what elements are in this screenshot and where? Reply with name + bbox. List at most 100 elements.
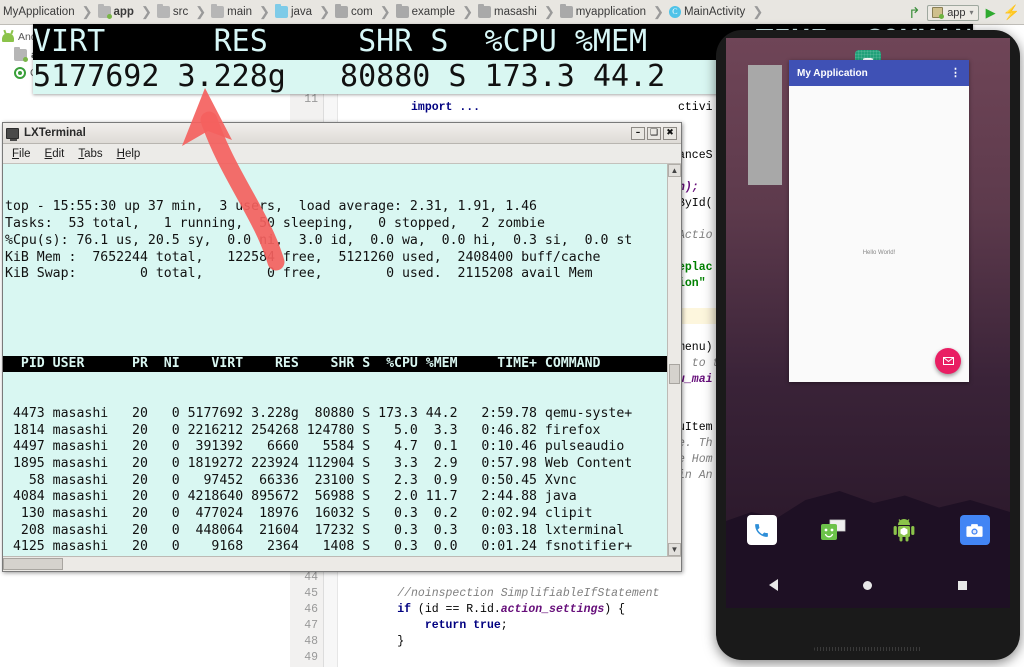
process-row: 1895 masashi 20 0 1819272 223924 112904 … xyxy=(5,455,633,471)
scrollbar-thumb[interactable] xyxy=(669,364,680,384)
menu-item-help[interactable]: Help xyxy=(117,148,141,160)
window-title: LXTerminal xyxy=(24,127,86,139)
breadcrumb-item-label: app xyxy=(113,6,134,18)
java-class-icon: C xyxy=(668,6,681,18)
hscrollbar-thumb[interactable] xyxy=(3,558,63,570)
process-row: 4084 masashi 20 0 4218640 895672 56988 S… xyxy=(5,489,577,505)
breadcrumb-item-label: MainActivity xyxy=(683,6,746,18)
breadcrumb-separator-icon: ❯ xyxy=(752,4,764,19)
undo-arrow-icon[interactable]: ↰ xyxy=(908,4,921,22)
process-row: 208 masashi 20 0 448064 21604 17232 S 0.… xyxy=(5,522,625,538)
breadcrumb-separator-icon: ❯ xyxy=(543,4,555,19)
breadcrumb-item-masashi[interactable]: masashi ❯ xyxy=(477,4,559,20)
camera-icon[interactable] xyxy=(959,515,990,545)
lxterminal-menubar[interactable]: File Edit Tabs Help xyxy=(3,144,681,164)
window-controls[interactable]: – ❑ ✖ xyxy=(631,126,678,140)
device-speaker-grille xyxy=(814,647,922,651)
lxterminal-titlebar[interactable]: LXTerminal – ❑ ✖ xyxy=(3,123,681,144)
screen-root: MyApplication ❯ app ❯ src ❯ main ❯ java ❯ com ❯ exam… xyxy=(0,0,1024,667)
chevron-down-icon: ▾ xyxy=(969,8,974,17)
overflow-menu-icon[interactable]: ⋮ xyxy=(950,68,961,79)
nav-home-button[interactable] xyxy=(863,580,873,590)
breadcrumb-separator-icon: ❯ xyxy=(319,4,330,19)
scroll-up-arrow-icon[interactable]: ▲ xyxy=(668,164,681,177)
nav-back-button[interactable] xyxy=(768,579,778,591)
breadcrumb-item-example[interactable]: example ❯ xyxy=(395,4,477,20)
home-dock[interactable] xyxy=(726,510,1010,550)
line-number: 46 xyxy=(304,603,318,616)
terminal-summary-line: top - 15:55:30 up 37 min, 3 users, load … xyxy=(5,199,537,215)
folder-package-icon xyxy=(559,4,573,18)
nav-recents-button[interactable] xyxy=(958,580,968,590)
code-token: action_settings xyxy=(500,603,605,616)
messages-icon[interactable] xyxy=(818,515,848,545)
folder-icon xyxy=(14,47,28,62)
minimize-button[interactable]: – xyxy=(631,126,645,140)
terminal-hscrollbar[interactable] xyxy=(3,556,681,571)
code-token: (id == R.id. xyxy=(411,603,501,616)
app-title: My Application xyxy=(797,67,868,79)
lxterminal-window[interactable]: LXTerminal – ❑ ✖ File Edit Tabs Help top… xyxy=(2,122,682,572)
breadcrumb-separator-icon: ❯ xyxy=(195,4,207,19)
breadcrumb-separator-icon: ❯ xyxy=(462,4,473,19)
maximize-button[interactable]: ❑ xyxy=(647,126,661,140)
menu-item-edit[interactable]: Edit xyxy=(45,148,65,160)
breadcrumb-item-label: MyApplication xyxy=(3,6,75,18)
line-number: 49 xyxy=(304,651,318,664)
terminal-summary-line: Tasks: 53 total, 1 running, 50 sleeping,… xyxy=(5,216,545,232)
run-configuration-selector[interactable]: app ▾ xyxy=(927,4,979,21)
code-token: if xyxy=(397,603,412,616)
module-icon xyxy=(932,7,945,19)
breadcrumb: MyApplication ❯ app ❯ src ❯ main ❯ java ❯ com ❯ exam… xyxy=(0,0,1024,25)
folder-package-icon xyxy=(334,4,348,18)
breadcrumb-item-src[interactable]: src ❯ xyxy=(156,4,210,20)
breadcrumb-item-java[interactable]: java ❯ xyxy=(274,4,334,20)
breadcrumb-item-mainactivity[interactable]: C MainActivity ❯ xyxy=(668,4,767,20)
phone-icon[interactable] xyxy=(746,515,777,545)
top-command-output: top - 15:55:30 up 37 min, 3 users, load … xyxy=(3,164,667,556)
app-window-card[interactable]: My Application ⋮ Hello World! xyxy=(789,60,969,382)
menu-item-file[interactable]: File xyxy=(12,148,31,160)
app-toolbar: My Application ⋮ xyxy=(789,60,969,86)
terminal-output-area[interactable]: top - 15:55:30 up 37 min, 3 users, load … xyxy=(3,164,681,556)
terminal-summary-line: KiB Mem : 7652244 total, 122584 free, 51… xyxy=(5,249,601,265)
system-navigation-bar[interactable] xyxy=(726,570,1010,600)
scroll-down-arrow-icon[interactable]: ▼ xyxy=(668,543,681,556)
menu-item-tabs[interactable]: Tabs xyxy=(78,148,102,160)
android-app-icon[interactable] xyxy=(889,515,919,545)
terminal-monitor-icon xyxy=(6,127,19,141)
editor-fold-strip-bottom[interactable] xyxy=(324,570,338,667)
breadcrumb-item-label: src xyxy=(172,6,189,18)
close-button[interactable]: ✖ xyxy=(663,126,677,140)
process-row: 1814 masashi 20 0 2216212 254268 124780 … xyxy=(5,422,601,438)
floating-action-button[interactable] xyxy=(935,348,961,374)
breadcrumb-item-com[interactable]: com ❯ xyxy=(334,4,395,20)
lightning-bolt-icon[interactable]: ⚡ xyxy=(1003,4,1020,21)
breadcrumb-separator-icon: ❯ xyxy=(81,4,93,19)
breadcrumb-item-myapplication[interactable]: MyApplication ❯ xyxy=(2,4,97,20)
ide-toolbar-right: ↰ app ▾ ▶ ⚡ xyxy=(908,0,1020,25)
process-row: 58 masashi 20 0 97452 66336 23100 S 2.3 … xyxy=(5,472,577,488)
folder-icon xyxy=(156,4,170,18)
breadcrumb-separator-icon: ❯ xyxy=(653,4,664,19)
folder-icon xyxy=(211,4,225,18)
run-triangle-icon[interactable]: ▶ xyxy=(986,5,996,21)
breadcrumb-item-app[interactable]: app ❯ xyxy=(97,4,156,20)
email-icon xyxy=(942,357,954,365)
process-row: 4125 masashi 20 0 9168 2364 1408 S 0.3 0… xyxy=(5,539,633,555)
breadcrumb-item-label: java xyxy=(290,6,313,18)
emulator-screen[interactable]: My Application ⋮ Hello World! xyxy=(726,38,1010,608)
breadcrumb-separator-icon: ❯ xyxy=(259,4,270,19)
gradle-icon xyxy=(14,67,26,79)
breadcrumb-item-myapplication[interactable]: myapplication ❯ xyxy=(559,4,668,20)
android-emulator-device[interactable]: My Application ⋮ Hello World! xyxy=(716,30,1020,660)
breadcrumb-item-label: masashi xyxy=(493,6,537,18)
breadcrumb-item-label: example xyxy=(411,6,456,18)
code-token: ) { xyxy=(604,603,625,616)
breadcrumb-item-main[interactable]: main ❯ xyxy=(210,4,274,20)
process-table-header: PID USER PR NI VIRT RES SHR S %CPU %MEM … xyxy=(3,355,667,373)
terminal-scrollbar[interactable]: ▲ ▼ xyxy=(667,164,681,556)
process-row: 4473 masashi 20 0 5177692 3.228g 80880 S… xyxy=(5,405,633,421)
folder-package-icon xyxy=(395,4,409,18)
